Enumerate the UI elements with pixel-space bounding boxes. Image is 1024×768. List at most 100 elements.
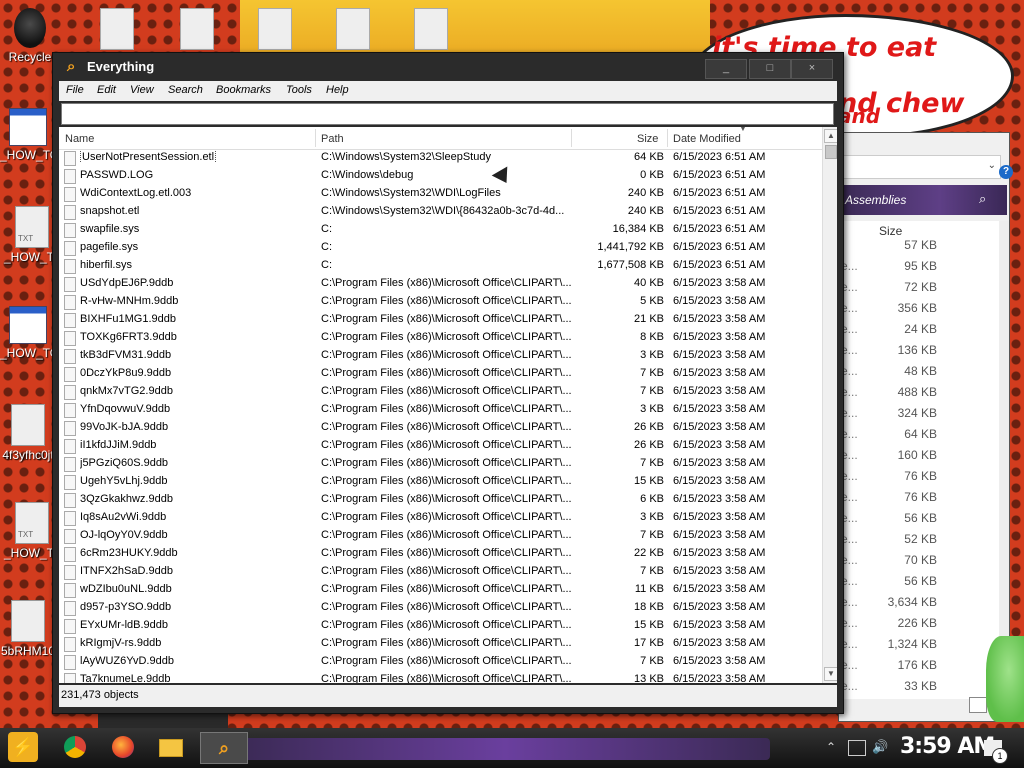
vertical-scrollbar[interactable] [999, 221, 1009, 697]
help-icon[interactable]: ? [999, 165, 1013, 179]
table-row[interactable]: pagefile.sys C: 1,441,792 KB 6/15/2023 6:51… [59, 239, 823, 257]
list-item[interactable]: e... 226 KB [839, 613, 999, 634]
table-row[interactable]: 6cRm23HUKY.9ddb C:\Program Files (x86)\Mi… [59, 545, 823, 563]
menu-edit[interactable]: Edit [97, 84, 116, 96]
document-icon[interactable] [414, 8, 448, 50]
list-item[interactable]: e... 56 KB [839, 508, 999, 529]
everything-window[interactable]: ⌕ Everything _ □ × File Edit View Search… [52, 52, 844, 714]
file-explorer-icon[interactable] [156, 732, 186, 762]
close-button[interactable]: × [791, 59, 833, 79]
table-row[interactable]: BIXHFu1MG1.9ddb C:\Program Files (x86)\Mi… [59, 311, 823, 329]
title-bar[interactable]: ⌕ Everything _ □ × [53, 53, 843, 81]
list-item[interactable]: e... 64 KB [839, 424, 999, 445]
table-row[interactable]: TOXKg6FRT3.9ddb C:\Program Files (x86)\Mi… [59, 329, 823, 347]
list-item[interactable]: e... 160 KB [839, 445, 999, 466]
table-row[interactable]: UgehY5vLhj.9ddb C:\Program Files (x86)\Mi… [59, 473, 823, 491]
menu-search[interactable]: Search [168, 84, 203, 96]
ransom-file-icon[interactable]: 5bRHM10 [0, 600, 56, 658]
table-row[interactable]: UserNotPresentSession.etl C:\Windows\Syst… [59, 149, 823, 167]
list-item[interactable]: e... 1,324 KB [839, 634, 999, 655]
list-item[interactable]: e... 136 KB [839, 340, 999, 361]
list-item[interactable]: e... 324 KB [839, 403, 999, 424]
how-to-file-icon[interactable]: _HOW_TO [0, 306, 59, 360]
menu-help[interactable]: Help [326, 84, 349, 96]
chevron-down-icon[interactable]: ⌄ [988, 160, 996, 171]
table-row[interactable]: kRIgmjV-rs.9ddb C:\Program Files (x86)\Mi… [59, 635, 823, 653]
document-icon[interactable] [100, 8, 134, 50]
search-icon[interactable]: ⌕ [979, 191, 995, 207]
column-date-modified[interactable]: Date Modified [673, 133, 741, 145]
list-item[interactable]: e... 56 KB [839, 571, 999, 592]
toolbar-label[interactable]: Assemblies [845, 193, 906, 207]
chrome-icon[interactable] [60, 732, 90, 762]
list-item[interactable]: e... 176 KB [839, 655, 999, 676]
start-menu-icon[interactable]: ⚡ [8, 732, 38, 762]
table-row[interactable]: tkB3dFVM31.9ddb C:\Program Files (x86)\Mi… [59, 347, 823, 365]
network-icon[interactable] [848, 740, 866, 756]
everything-icon[interactable]: ⌕ [200, 732, 248, 764]
vertical-scrollbar[interactable]: ▲ ▼ [822, 127, 837, 683]
document-icon[interactable] [336, 8, 370, 50]
ransom-file-icon[interactable]: 4f3yfhc0jt [0, 404, 56, 462]
table-row[interactable]: 3QzGkakhwz.9ddb C:\Program Files (x86)\Mi… [59, 491, 823, 509]
maximize-button[interactable]: □ [749, 59, 791, 79]
table-row[interactable]: j5PGziQ60S.9ddb C:\Program Files (x86)\Mi… [59, 455, 823, 473]
table-row[interactable]: hiberfil.sys C: 1,677,508 KB 6/15/2023 6:51… [59, 257, 823, 275]
table-row[interactable]: WdiContextLog.etl.003 C:\Windows\System32… [59, 185, 823, 203]
document-icon[interactable] [180, 8, 214, 50]
table-row[interactable]: OJ-lqOyY0V.9ddb C:\Program Files (x86)\Mi… [59, 527, 823, 545]
column-divider[interactable] [571, 129, 572, 147]
list-item[interactable]: e... 72 KB [839, 277, 999, 298]
column-divider[interactable] [667, 129, 668, 147]
column-size[interactable]: Size [637, 133, 658, 145]
list-item[interactable]: e... 48 KB [839, 361, 999, 382]
table-row[interactable]: YfnDqovwuV.9ddb C:\Program Files (x86)\Mi… [59, 401, 823, 419]
table-row[interactable]: wDZIbu0uNL.9ddb C:\Program Files (x86)\Mi… [59, 581, 823, 599]
scroll-thumb[interactable] [825, 145, 837, 159]
chevron-up-icon[interactable]: ⌃ [826, 740, 836, 754]
table-row[interactable]: d957-p3YSO.9ddb C:\Program Files (x86)\Mi… [59, 599, 823, 617]
search-input[interactable] [61, 103, 834, 125]
column-path[interactable]: Path [321, 133, 344, 145]
table-row[interactable]: ITNFX2hSaD.9ddb C:\Program Files (x86)\Mi… [59, 563, 823, 581]
list-item[interactable]: e... 95 KB [839, 256, 999, 277]
table-row[interactable]: lAyWUZ6YvD.9ddb C:\Program Files (x86)\Mi… [59, 653, 823, 671]
menu-bookmarks[interactable]: Bookmarks [216, 84, 271, 96]
how-to-file-icon[interactable]: _HOW_TO [0, 108, 59, 162]
background-explorer-window[interactable]: ⌄ ? Assemblies ⌕ Size 57 KB e... 95 KB e...… [838, 132, 1013, 722]
list-item[interactable]: e... 3,634 KB [839, 592, 999, 613]
list-item[interactable]: e... 33 KB [839, 676, 999, 697]
table-row[interactable]: qnkMx7vTG2.9ddb C:\Program Files (x86)\Mi… [59, 383, 823, 401]
table-row[interactable]: USdYdpEJ6P.9ddb C:\Program Files (x86)\Mi… [59, 275, 823, 293]
list-item[interactable]: e... 24 KB [839, 319, 999, 340]
menu-view[interactable]: View [130, 84, 154, 96]
table-row[interactable]: PASSWD.LOG C:\Windows\debug 0 KB 6/15/2023 … [59, 167, 823, 185]
volume-icon[interactable]: 🔊 [872, 739, 888, 755]
scroll-down-icon[interactable]: ▼ [824, 667, 837, 681]
table-row[interactable]: R-vHw-MNHm.9ddb C:\Program Files (x86)\Mi… [59, 293, 823, 311]
menu-tools[interactable]: Tools [286, 84, 312, 96]
details-view-icon[interactable] [969, 697, 987, 713]
document-icon[interactable] [258, 8, 292, 50]
firefox-icon[interactable] [108, 732, 138, 762]
scroll-up-icon[interactable]: ▲ [824, 129, 837, 143]
recycle-bin-icon[interactable]: Recycle [2, 8, 58, 64]
minimize-button[interactable]: _ [705, 59, 747, 79]
table-row[interactable]: iI1kfdJJiM.9ddb C:\Program Files (x86)\Mi… [59, 437, 823, 455]
menu-file[interactable]: File [66, 84, 84, 96]
clock[interactable]: 3:59 AM [900, 734, 995, 759]
column-name[interactable]: Name [65, 133, 94, 145]
table-row[interactable]: swapfile.sys C: 16,384 KB 6/15/2023 6:51 AM [59, 221, 823, 239]
address-bar[interactable]: ⌄ [839, 155, 1001, 179]
column-divider[interactable] [315, 129, 316, 147]
list-item[interactable]: e... 52 KB [839, 529, 999, 550]
list-item[interactable]: e... 70 KB [839, 550, 999, 571]
table-row[interactable]: 99VoJK-bJA.9ddb C:\Program Files (x86)\Mi… [59, 419, 823, 437]
table-row[interactable]: 0DczYkP8u9.9ddb C:\Program Files (x86)\Mi… [59, 365, 823, 383]
list-item[interactable]: e... 76 KB [839, 466, 999, 487]
list-item[interactable]: e... 76 KB [839, 487, 999, 508]
table-row[interactable]: EYxUMr-ldB.9ddb C:\Program Files (x86)\Mi… [59, 617, 823, 635]
table-row[interactable]: Ta7knumeLe.9ddb C:\Program Files (x86)\Mi… [59, 671, 823, 683]
list-item[interactable]: 57 KB [839, 235, 999, 256]
table-row[interactable]: Iq8sAu2vWi.9ddb C:\Program Files (x86)\Mi… [59, 509, 823, 527]
